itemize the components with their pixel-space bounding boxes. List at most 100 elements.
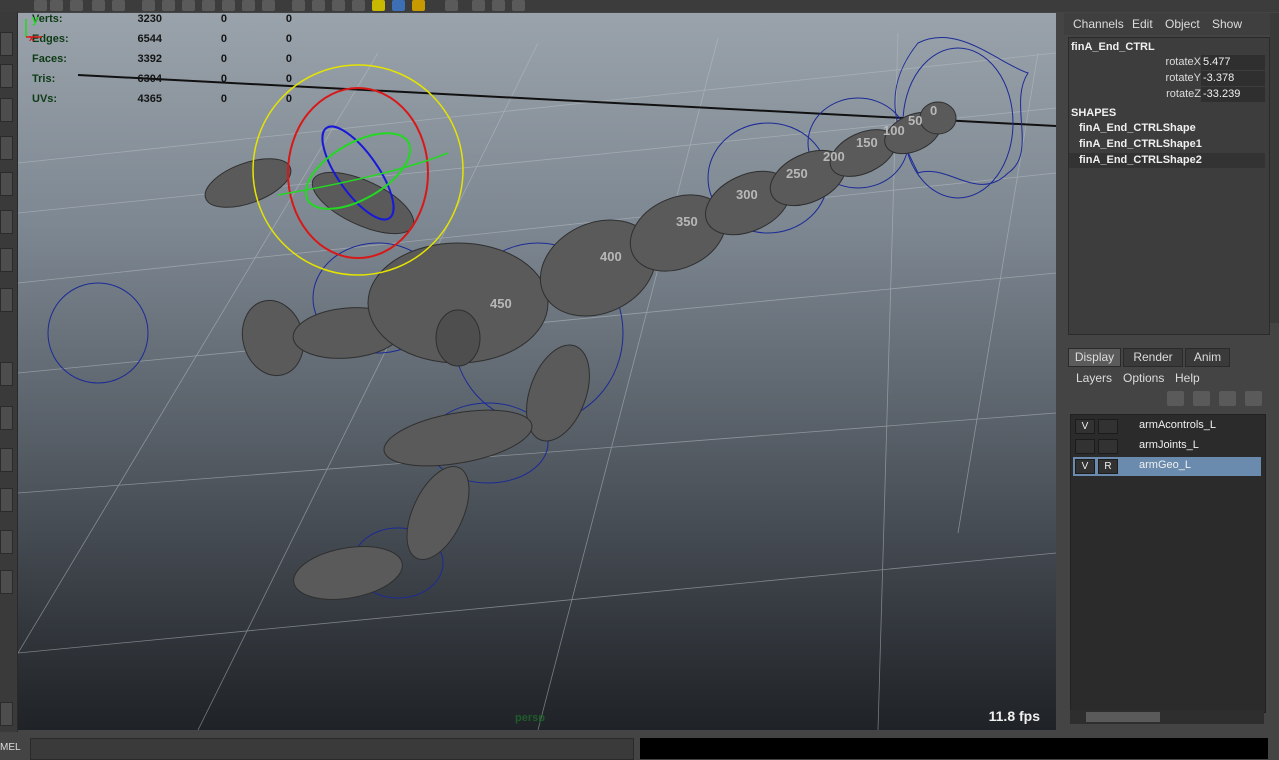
layer-name[interactable]: armAcontrols_L (1139, 419, 1216, 431)
grid-icon[interactable] (242, 0, 255, 11)
perspective-viewport[interactable]: 0 50 100 150 200 250 300 350 400 450 Ver… (18, 13, 1056, 730)
menu-edit[interactable]: Edit (1132, 17, 1153, 31)
sphere-icon[interactable] (352, 0, 365, 11)
layer-name[interactable]: armJoints_L (1139, 439, 1199, 451)
lasso-icon[interactable] (50, 0, 63, 11)
camera-icon[interactable] (445, 0, 458, 11)
attr-name[interactable]: rotateX (1166, 56, 1201, 68)
soft-mod-icon[interactable] (0, 288, 13, 312)
tab-render[interactable]: Render (1123, 348, 1183, 367)
joint-label: 150 (856, 135, 878, 150)
layer-row[interactable]: V armAcontrols_L (1073, 417, 1261, 436)
isolate-icon[interactable] (262, 0, 275, 11)
new-layer-selected-icon[interactable] (1193, 391, 1210, 406)
joint-label: 450 (490, 296, 512, 311)
command-input[interactable] (30, 738, 634, 760)
select-mode-icon[interactable] (34, 0, 47, 11)
blue-sphere-icon[interactable] (392, 0, 405, 11)
joint-label: 350 (676, 214, 698, 229)
hud-value: 6304 (137, 73, 162, 85)
lasso-tool-icon[interactable] (0, 64, 13, 88)
command-line-bar: MEL (0, 732, 1279, 760)
render-view-icon[interactable] (92, 0, 105, 11)
visibility-toggle[interactable]: V (1075, 419, 1095, 434)
move-tool-icon[interactable] (0, 136, 13, 160)
lighting-icon[interactable] (202, 0, 215, 11)
hud-value: 4365 (137, 93, 162, 105)
textured-icon[interactable] (182, 0, 195, 11)
scale-tool-icon[interactable] (0, 210, 13, 234)
attr-name[interactable]: rotateZ (1166, 88, 1201, 100)
layout-graph-icon[interactable] (0, 530, 13, 554)
reference-toggle[interactable] (1098, 419, 1118, 434)
attr-value-field[interactable]: -3.378 (1201, 71, 1265, 86)
new-layer-icon[interactable] (1167, 391, 1184, 406)
reference-toggle[interactable] (1098, 439, 1118, 454)
attr-value-field[interactable]: 5.477 (1201, 55, 1265, 70)
cube-wire-icon[interactable] (332, 0, 345, 11)
cube-icon[interactable] (292, 0, 305, 11)
manipulator-tool-icon[interactable] (0, 248, 13, 272)
reference-toggle[interactable]: R (1098, 459, 1118, 474)
cube-blue-icon[interactable] (312, 0, 325, 11)
layout-hypershade-icon[interactable] (0, 570, 13, 594)
menu-channels[interactable]: Channels (1073, 17, 1124, 31)
scrollbar-thumb[interactable] (1086, 712, 1160, 722)
layout-outliner-icon[interactable] (0, 488, 13, 512)
menu-help[interactable]: Help (1175, 371, 1200, 385)
shaded-icon[interactable] (162, 0, 175, 11)
attr-row-rotatex: rotateX 5.477 (1069, 55, 1267, 71)
shapes-heading: SHAPES (1071, 107, 1117, 119)
layout-single-icon[interactable] (0, 362, 13, 386)
menu-options[interactable]: Options (1123, 371, 1164, 385)
menu-object[interactable]: Object (1165, 17, 1200, 31)
move-up-layer-icon[interactable] (1219, 391, 1236, 406)
paint-tool-icon[interactable] (0, 98, 13, 122)
shelf-scroll-icon[interactable] (0, 702, 13, 726)
attribute-editor-side-tabs[interactable] (1270, 13, 1279, 323)
hud-label: UVs: (32, 93, 58, 105)
xray-icon[interactable] (222, 0, 235, 11)
gold-sphere-icon[interactable] (412, 0, 425, 11)
rotate-tool-icon[interactable] (0, 172, 13, 196)
horizontal-scrollbar[interactable] (1070, 710, 1264, 724)
render-icon[interactable] (112, 0, 125, 11)
arm-geometry[interactable] (199, 101, 957, 607)
selected-object-name[interactable]: finA_End_CTRL (1071, 41, 1155, 53)
mel-label[interactable]: MEL (0, 742, 21, 753)
hud-value: 0 (220, 93, 227, 105)
move-down-layer-icon[interactable] (1245, 391, 1262, 406)
shape-item[interactable]: finA_End_CTRLShape (1069, 121, 1265, 136)
layout-side-icon[interactable] (0, 448, 13, 472)
hud-value: 0 (220, 13, 227, 25)
snap-icon[interactable] (70, 0, 83, 11)
layer-editor: Display Render Anim Layers Options Help … (1064, 346, 1272, 730)
share-icon[interactable] (512, 0, 525, 11)
layout-icon[interactable] (472, 0, 485, 11)
fps-readout: 11.8 fps (988, 708, 1040, 724)
menu-layers[interactable]: Layers (1076, 371, 1112, 385)
hud-value: 0 (285, 93, 292, 105)
tab-display[interactable]: Display (1068, 348, 1121, 367)
attr-name[interactable]: rotateY (1166, 72, 1201, 84)
hud-value: 0 (285, 13, 292, 25)
tab-anim[interactable]: Anim (1185, 348, 1230, 367)
attr-value-field[interactable]: -33.239 (1201, 87, 1265, 102)
camera-name: persp (515, 712, 545, 724)
panels-icon[interactable] (492, 0, 505, 11)
select-tool-icon[interactable] (0, 32, 13, 56)
shape-item[interactable]: finA_End_CTRLShape2 (1069, 153, 1265, 168)
menu-show[interactable]: Show (1212, 17, 1242, 31)
joint-label: 400 (600, 249, 622, 264)
wireframe-icon[interactable] (142, 0, 155, 11)
visibility-toggle[interactable] (1075, 439, 1095, 454)
layout-four-icon[interactable] (0, 406, 13, 430)
light-icon[interactable] (372, 0, 385, 11)
visibility-toggle[interactable]: V (1075, 459, 1095, 474)
layer-row[interactable]: V R armGeo_L (1073, 457, 1261, 476)
shape-item[interactable]: finA_End_CTRLShape1 (1069, 137, 1265, 152)
axis-x-label: x (29, 33, 34, 43)
hud-uvs: UVs: 4365 0 0 (32, 93, 302, 111)
layer-name[interactable]: armGeo_L (1139, 459, 1191, 471)
layer-row[interactable]: armJoints_L (1073, 437, 1261, 456)
